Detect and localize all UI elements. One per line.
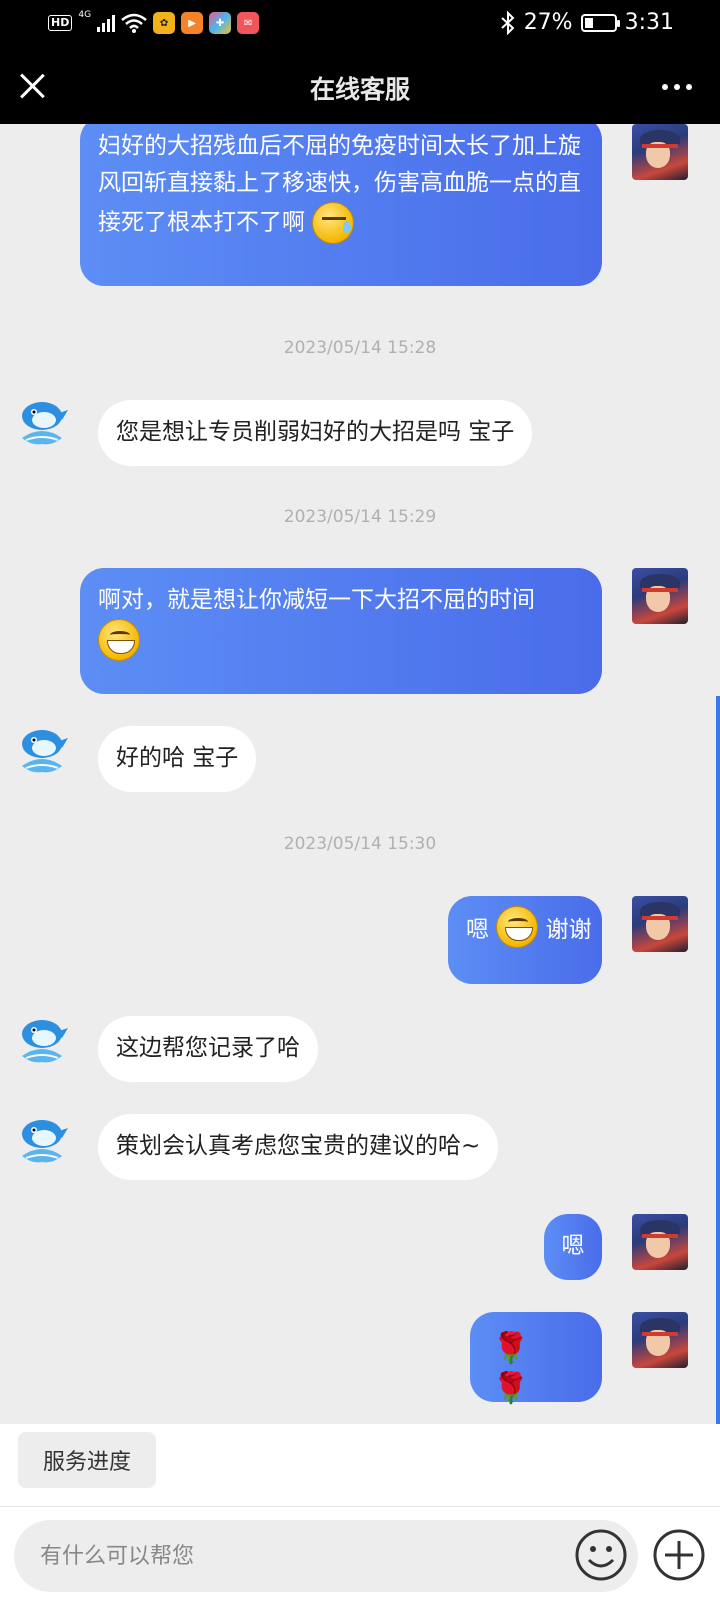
page-title: 在线客服: [309, 75, 410, 104]
emoji-picker-icon[interactable]: [574, 1528, 628, 1582]
dolphin-avatar[interactable]: [12, 1012, 72, 1072]
message-input[interactable]: [40, 1538, 560, 1574]
dolphin-avatar[interactable]: [12, 394, 72, 454]
user-avatar[interactable]: [632, 896, 688, 952]
timestamp: 2023/05/14 15:30: [283, 834, 437, 854]
hd-voice-icon: HD: [48, 15, 73, 31]
wifi-icon: [121, 13, 147, 33]
message-text: 嗯: [561, 1233, 585, 1259]
timestamp: 2023/05/14 15:28: [283, 338, 437, 358]
battery-percent: 27%: [523, 10, 573, 35]
user-avatar[interactable]: [632, 1312, 688, 1368]
user-avatar[interactable]: [632, 1214, 688, 1270]
outgoing-message: 啊对，就是想让你减短一下大招不屈的时间: [80, 568, 602, 694]
outgoing-message: 🌹🌹: [470, 1312, 602, 1406]
add-attachment-icon[interactable]: [652, 1528, 706, 1582]
incoming-message: 您是想让专员削弱妇好的大招是吗 宝子: [98, 400, 533, 466]
dolphin-avatar[interactable]: [12, 722, 72, 782]
message-text: 好的哈 宝子: [116, 745, 239, 771]
divider: [0, 1506, 720, 1507]
grin-icon: [496, 906, 539, 948]
service-progress-button[interactable]: 服务进度: [18, 1432, 156, 1488]
sweat-icon: [312, 202, 355, 244]
battery-level: [584, 17, 593, 28]
rose-icon: 🌹: [492, 1371, 530, 1406]
store-app-icon: ✚: [209, 12, 232, 34]
app-notification-icon: ✿: [153, 12, 176, 34]
network-type-label: 4G: [78, 10, 92, 20]
more-options-icon[interactable]: [662, 84, 692, 90]
message-text: 策划会认真考虑您宝贵的建议的哈~: [116, 1133, 481, 1159]
message-input-container[interactable]: [14, 1520, 638, 1592]
incoming-message: 这边帮您记录了哈: [98, 1016, 318, 1082]
grin-icon: [98, 619, 140, 661]
battery-icon: [580, 13, 620, 32]
message-text: 啊对，就是想让你减短一下大招不屈的时间: [98, 587, 535, 613]
user-avatar[interactable]: [632, 568, 688, 624]
header-bar: 在线客服: [0, 50, 720, 124]
status-bar: HD 4G ✿ ▶ ✚ ✉ 27% 3:31: [0, 0, 720, 50]
outgoing-message: 嗯: [544, 1214, 602, 1280]
user-avatar[interactable]: [632, 124, 688, 180]
rose-icon: 🌹: [492, 1331, 530, 1366]
incoming-message: 策划会认真考虑您宝贵的建议的哈~: [98, 1114, 499, 1180]
incoming-message: 好的哈 宝子: [98, 726, 257, 792]
signal-icon: [97, 14, 116, 32]
bluetooth-icon: [501, 10, 515, 35]
timestamp: 2023/05/14 15:29: [283, 507, 437, 527]
message-text: 嗯: [466, 917, 489, 943]
outgoing-message: 嗯 谢谢: [448, 896, 602, 984]
outgoing-message: 妇好的大招残血后不屈的免疫时间太长了加上旋风回斩直接黏上了移速快，伤害高血脆一点…: [80, 124, 602, 286]
dolphin-avatar[interactable]: [12, 1112, 72, 1172]
composer-area: 服务进度: [0, 1424, 720, 1600]
message-text: 您是想让专员削弱妇好的大招是吗 宝子: [116, 419, 515, 445]
scrollbar[interactable]: [716, 696, 720, 1424]
video-app-icon: ▶: [181, 12, 204, 34]
message-text: 这边帮您记录了哈: [116, 1035, 300, 1061]
clock: 3:31: [624, 10, 674, 35]
message-text: 谢谢: [545, 917, 592, 943]
chat-area[interactable]: 妇好的大招残血后不屈的免疫时间太长了加上旋风回斩直接黏上了移速快，伤害高血脆一点…: [0, 124, 720, 1424]
mail-app-icon: ✉: [237, 12, 260, 34]
